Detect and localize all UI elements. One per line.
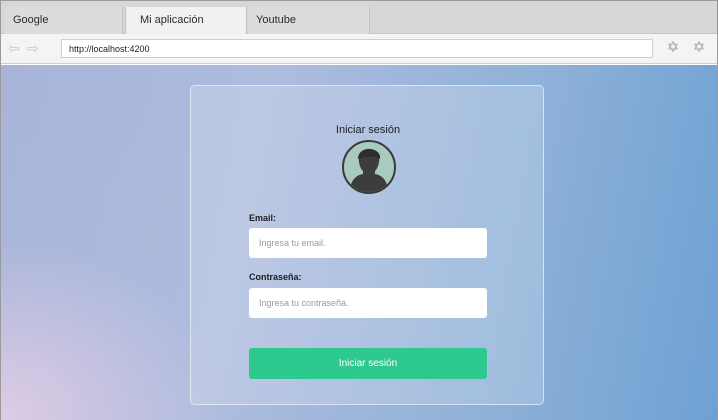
avatar: [342, 140, 396, 194]
login-card: Iniciar sesión Email: Contraseña: Inicia…: [190, 85, 544, 405]
settings-icon[interactable]: ✡: [691, 40, 707, 56]
tab-strip: Google Mi aplicación Youtube: [1, 1, 717, 34]
settings-icon[interactable]: ✡: [665, 40, 681, 56]
user-silhouette-icon: [349, 148, 389, 192]
login-title: Iniciar sesión: [335, 124, 401, 136]
password-field[interactable]: [249, 288, 487, 318]
browser-window: Google Mi aplicación Youtube ⇦ ⇨ http://…: [0, 0, 718, 420]
email-field[interactable]: [249, 228, 487, 258]
arrow-right-icon[interactable]: ⇨: [27, 41, 43, 55]
tab-mi-aplicacion[interactable]: Mi aplicación: [125, 7, 247, 34]
page-content: Iniciar sesión Email: Contraseña: Inicia…: [1, 65, 717, 420]
tab-google[interactable]: Google: [5, 7, 123, 34]
tab-youtube[interactable]: Youtube: [248, 7, 370, 34]
url-input[interactable]: http://localhost:4200: [61, 39, 653, 58]
login-button[interactable]: Iniciar sesión: [249, 348, 487, 379]
arrow-left-icon[interactable]: ⇦: [8, 41, 24, 55]
password-label: Contraseña:: [249, 272, 302, 282]
email-label: Email:: [249, 213, 277, 223]
address-bar: ⇦ ⇨ http://localhost:4200 ✡ ✡: [1, 34, 717, 64]
